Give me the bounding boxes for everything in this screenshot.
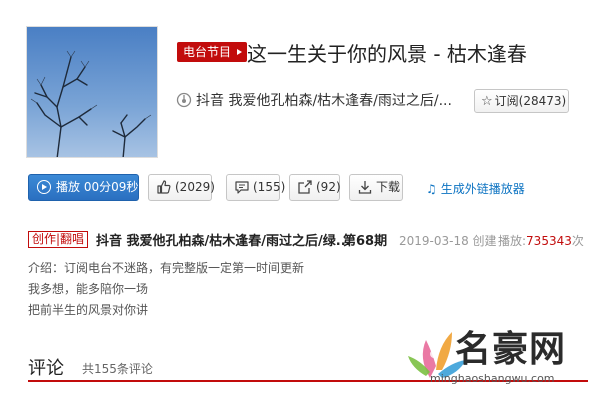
comments-heading: 评论 [28,358,64,379]
program-type-badge: 电台节目 [177,42,248,62]
external-player-link[interactable]: ♫ 生成外链播放器 [426,180,525,197]
program-title-link[interactable]: 抖音 我爱他孔柏森/枯木逢春/雨过之后/绿... [96,230,351,249]
play-count: 播放:735343次 [498,232,584,249]
play-button[interactable]: 播放 00分09秒 [28,174,139,201]
subscribe-label: 订阅(28473) [494,94,567,108]
play-count-label: 播放: [498,234,527,248]
share-count: (92) [316,180,341,194]
description-line: 把前半生的风景对你讲 [28,303,149,317]
thumbs-up-icon [157,180,171,194]
watermark-brand: 名豪网 [455,329,567,370]
description-line: 介绍：订阅电台不迷路，有完整版一定第一时间更新 [28,261,305,275]
comment-button[interactable]: (155) [226,174,285,201]
episode-number: 第68期 [343,234,388,249]
share-button[interactable]: (92) [289,174,341,201]
play-count-value: 735343 [526,234,572,248]
download-label: 下载 [376,180,401,194]
comment-icon [235,181,249,194]
subscribe-button[interactable]: ☆ 订阅(28473) [474,89,569,113]
star-icon: ☆ [481,94,493,109]
download-button[interactable]: 下载 [349,174,403,201]
watermark-url: minghaoshangwu.com [430,372,555,385]
like-count: (2029) [175,180,215,194]
comment-count: (155) [253,180,286,194]
play-label: 播放 00分09秒 [56,180,139,194]
cover-image [26,26,158,158]
external-player-label: 生成外链播放器 [440,182,525,196]
creator-link[interactable]: 抖音 我爱他孔柏森/枯木逢春/雨过之后/... [196,90,452,110]
play-icon [37,180,51,194]
comments-count: 共155条评论 [82,362,153,376]
share-icon [298,180,312,194]
radio-icon [176,92,192,108]
description-line: 我多想，能多陪你一场 [28,282,149,296]
page-title: 这一生关于你的风景 - 枯木逢春 [247,42,527,66]
download-icon [358,181,372,194]
created-date: 2019-03-18 创建 [399,234,497,248]
play-count-unit: 次 [571,234,584,248]
category-tag: 创作|翻唱 [28,231,89,248]
like-button[interactable]: (2029) [148,174,215,201]
music-note-icon: ♫ [426,182,437,196]
